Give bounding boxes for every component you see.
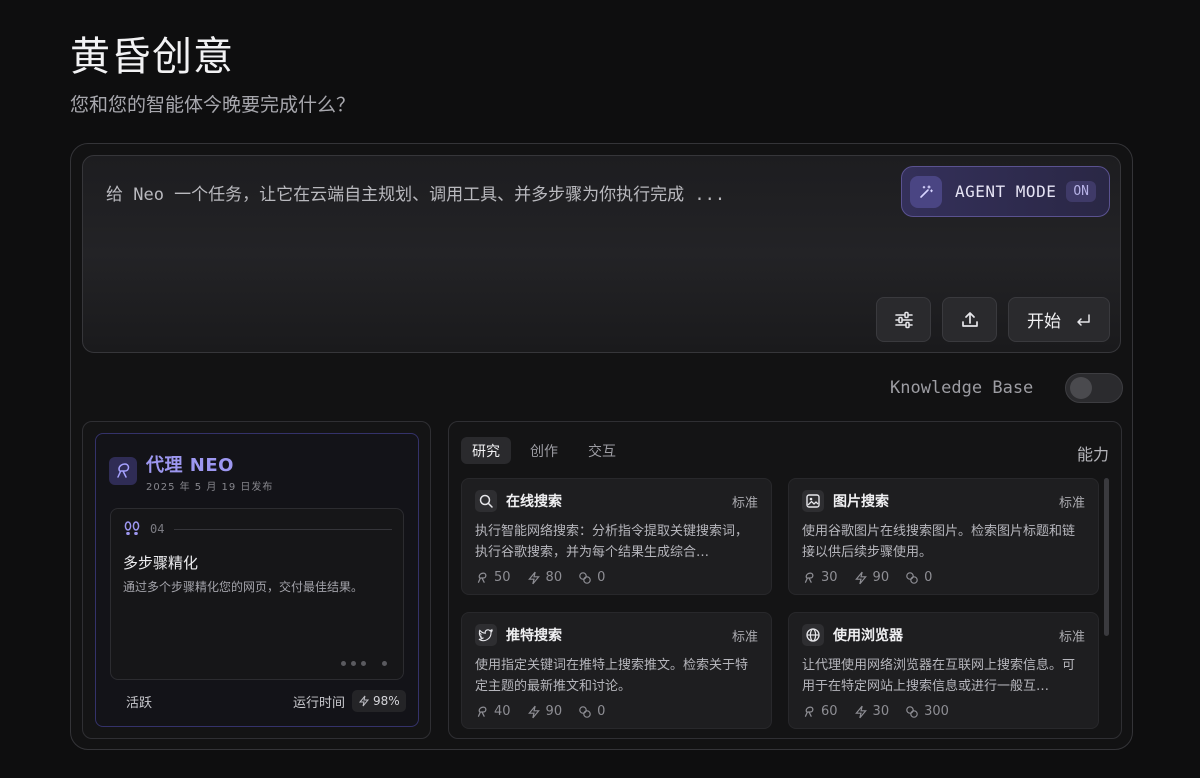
tool-name: 使用浏览器 bbox=[833, 628, 903, 644]
start-button[interactable]: 开始 bbox=[1008, 297, 1110, 342]
agent-icon bbox=[804, 705, 814, 717]
step-pagination[interactable] bbox=[341, 661, 387, 666]
tab-create[interactable]: 创作 bbox=[519, 437, 569, 464]
agent-icon bbox=[477, 571, 487, 583]
coins-icon bbox=[906, 705, 918, 718]
tool-description: 使用谷歌图片在线搜索图片。检索图片标题和链接以供后续步骤使用。 bbox=[802, 524, 1076, 560]
tab-interact[interactable]: 交互 bbox=[577, 437, 627, 464]
tool-description: 让代理使用网络浏览器在互联网上搜索信息。可用于在特定网站上搜索信息或进行一般互… bbox=[802, 658, 1076, 694]
footsteps-icon bbox=[124, 521, 140, 535]
enter-icon bbox=[1077, 313, 1090, 326]
coins-icon bbox=[579, 571, 591, 584]
knowledge-base-toggle[interactable] bbox=[1065, 373, 1123, 403]
runtime-label: 运行时间 bbox=[293, 696, 346, 711]
search-icon bbox=[475, 490, 497, 512]
coins-icon bbox=[906, 571, 918, 584]
tool-name: 推特搜索 bbox=[506, 628, 562, 644]
tool-card-image-search[interactable]: 图片搜索 标准 使用谷歌图片在线搜索图片。检索图片标题和链接以供后续步骤使用。 … bbox=[788, 478, 1099, 595]
tool-card-online-search[interactable]: 在线搜索 标准 执行智能网络搜索：分析指令提取关键搜索词，执行谷歌搜索，并为每个… bbox=[461, 478, 772, 595]
page-subtitle: 您和您的智能体今晚要完成什么？ bbox=[70, 94, 356, 116]
step-title: 多步骤精化 bbox=[123, 554, 199, 572]
tool-name: 在线搜索 bbox=[506, 494, 562, 510]
capabilities-scrollbar[interactable] bbox=[1104, 478, 1109, 636]
tool-stats: 60 30 300 bbox=[802, 704, 949, 719]
step-divider bbox=[174, 529, 392, 530]
settings-sliders-button[interactable] bbox=[876, 297, 931, 342]
tool-tier: 标准 bbox=[731, 496, 758, 511]
agent-mode-toggle[interactable]: AGENT MODE ON bbox=[901, 166, 1110, 217]
globe-icon bbox=[802, 624, 824, 646]
tool-stats: 50 80 0 bbox=[475, 570, 605, 585]
bolt-icon bbox=[358, 695, 370, 707]
agent-status: 活跃 bbox=[126, 696, 153, 711]
tool-description: 执行智能网络搜索：分析指令提取关键搜索词，执行谷歌搜索，并为每个结果生成综合… bbox=[475, 524, 749, 560]
tool-card-twitter-search[interactable]: 推特搜索 标准 使用指定关键词在推特上搜索推文。检索关于特定主题的最新推文和讨论… bbox=[461, 612, 772, 729]
step-description: 通过多个步骤精化您的网页，交付最佳结果。 bbox=[123, 580, 364, 594]
step-number: 04 bbox=[150, 522, 165, 536]
tool-stats: 30 90 0 bbox=[802, 570, 932, 585]
agent-logo-icon bbox=[109, 457, 137, 485]
tool-name: 图片搜索 bbox=[833, 494, 889, 510]
tool-stats: 40 90 0 bbox=[475, 704, 605, 719]
agent-mode-label: AGENT MODE bbox=[955, 182, 1057, 201]
bolt-icon bbox=[527, 705, 540, 718]
knowledge-base-label: Knowledge Base bbox=[890, 378, 1034, 398]
bolt-icon bbox=[527, 571, 540, 584]
image-icon bbox=[802, 490, 824, 512]
tab-research[interactable]: 研究 bbox=[461, 437, 511, 464]
task-prompt-placeholder: 给 Neo 一个任务，让它在云端自主规划、调用工具、并多步骤为你执行完成 ... bbox=[106, 185, 726, 205]
tool-description: 使用指定关键词在推特上搜索推文。检索关于特定主题的最新推文和讨论。 bbox=[475, 658, 749, 694]
upload-icon bbox=[961, 311, 978, 327]
start-button-label: 开始 bbox=[1027, 312, 1061, 332]
bolt-icon bbox=[854, 571, 867, 584]
toggle-knob bbox=[1070, 377, 1092, 399]
page-title: 黄昏创意 bbox=[70, 34, 234, 80]
tool-tier: 标准 bbox=[731, 630, 758, 645]
twitter-icon bbox=[475, 624, 497, 646]
bolt-icon bbox=[854, 705, 867, 718]
runtime-value: 98% bbox=[373, 694, 400, 708]
tool-tier: 标准 bbox=[1058, 496, 1085, 511]
sliders-icon bbox=[894, 311, 913, 328]
agent-icon bbox=[477, 705, 487, 717]
magic-wand-icon bbox=[910, 175, 942, 208]
tool-card-use-browser[interactable]: 使用浏览器 标准 让代理使用网络浏览器在互联网上搜索信息。可用于在特定网站上搜索… bbox=[788, 612, 1099, 729]
capabilities-title: 能力 bbox=[1077, 445, 1110, 464]
agent-publish-date: 2025 年 5 月 19 日发布 bbox=[146, 482, 274, 493]
coins-icon bbox=[579, 705, 591, 718]
runtime-badge: 98% bbox=[352, 690, 406, 712]
agent-mode-status: ON bbox=[1066, 181, 1096, 202]
tool-tier: 标准 bbox=[1058, 630, 1085, 645]
agent-name: 代理 NEO bbox=[146, 455, 234, 476]
upload-button[interactable] bbox=[942, 297, 997, 342]
agent-icon bbox=[804, 571, 814, 583]
